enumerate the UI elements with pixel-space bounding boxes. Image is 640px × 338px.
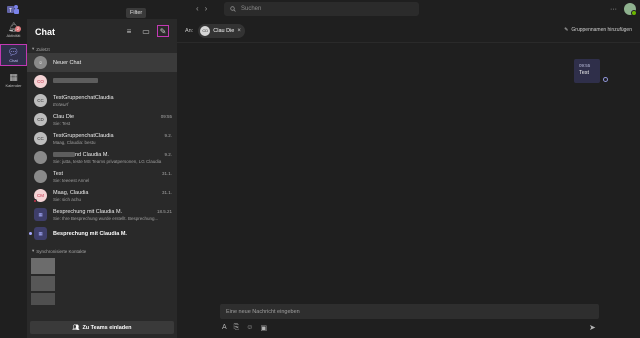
timestamp: 9.2. <box>164 133 172 138</box>
message-bubble[interactable]: 09:55 Test <box>574 59 600 83</box>
photo-avatar <box>34 170 47 183</box>
gif-icon[interactable]: ▣ <box>260 324 267 332</box>
chat-row[interactable]: CD Clau Die Sie: Test 09:55 <box>27 110 177 129</box>
chat-row[interactable]: ▦ Besprechung mit Claudia M. Sie: Ihre B… <box>27 205 177 224</box>
unread-dot-icon <box>29 232 32 235</box>
app-bar: 🔔︎ Aktivität 💬︎ Chat ▦ Kalender <box>0 19 27 338</box>
calendar-icon: ▦ <box>9 71 18 82</box>
timestamp: 18.5.21 <box>156 209 172 214</box>
message-compose-input[interactable]: Eine neue Nachricht eingeben <box>220 304 599 319</box>
message-text: Test <box>579 70 590 76</box>
avatar: ☺ <box>34 56 47 69</box>
chat-row[interactable]: CM Maag, Claudia Sie: sich achu 31.1. <box>27 186 177 205</box>
people-icon: 👥︎ <box>72 324 80 331</box>
chevron-down-icon: ▾ <box>32 46 35 51</box>
timestamp: 31.1. <box>161 171 172 176</box>
message-time: 09:55 <box>579 63 591 68</box>
forward-arrow-icon[interactable]: › <box>205 4 208 13</box>
close-icon[interactable]: × <box>237 28 241 34</box>
timestamp: 09:55 <box>160 114 172 119</box>
search-input[interactable]: Suchen <box>224 2 419 16</box>
avatar: CO <box>34 75 47 88</box>
meeting-calendar-icon: ▦ <box>34 208 47 221</box>
title-bar: T ‹ › Suchen ··· <box>0 0 640 19</box>
chat-row[interactable]: CO <box>27 72 177 91</box>
redacted-name <box>53 78 98 84</box>
search-icon <box>230 6 236 12</box>
filter-tooltip: Filter <box>126 8 147 18</box>
chat-unread-badge: 2 <box>15 26 21 32</box>
appbar-label: Kalender <box>5 82 22 88</box>
chat-row[interactable]: CC TestGruppenchatClaudia Entwurf <box>27 91 177 110</box>
filter-icon[interactable]: ≡ <box>123 25 135 37</box>
group-avatar: CC <box>34 132 47 145</box>
avatar: CD <box>200 25 211 36</box>
group-avatar: CC <box>34 94 47 107</box>
new-chat-icon[interactable]: ✎ <box>157 25 169 37</box>
group-avatar <box>34 151 47 164</box>
add-group-name-button[interactable]: ✎ Gruppennamen hinzufügen <box>564 27 632 33</box>
chat-row[interactable]: CC TestGruppenchatClaudia Maag, Claudia:… <box>27 129 177 148</box>
send-icon[interactable]: ➤ <box>589 323 596 332</box>
status-dot <box>33 199 37 203</box>
pencil-icon: ✎ <box>564 27 569 33</box>
back-arrow-icon[interactable]: ‹ <box>196 4 199 13</box>
recipient-bar: An: CD Clau Die × ✎ Gruppennamen hinzufü… <box>177 19 640 43</box>
emoji-icon[interactable]: ☺ <box>246 324 253 332</box>
redacted-contacts <box>31 258 55 305</box>
appbar-item-chat[interactable]: 💬︎ Chat <box>0 44 27 66</box>
timestamp: 9.2. <box>164 152 172 157</box>
redacted-name <box>53 151 75 157</box>
meeting-calendar-icon: ▦ <box>34 227 47 240</box>
invite-to-teams-button[interactable]: 👥︎ Zu Teams einladen <box>30 321 174 334</box>
chevron-down-icon: ▾ <box>32 248 35 253</box>
more-options-icon[interactable]: ··· <box>610 6 617 13</box>
chat-icon: 💬︎ <box>7 46 20 57</box>
recipient-chip[interactable]: CD Clau Die × <box>198 23 245 38</box>
section-contacts[interactable]: ▾ Synchronisierte Kontakte <box>27 247 177 255</box>
appbar-label: Aktivität <box>6 32 21 38</box>
panel-title: Chat <box>35 27 55 37</box>
video-call-icon[interactable]: ▭ <box>140 25 152 37</box>
avatar: CM <box>33 189 47 203</box>
format-icon[interactable]: A <box>222 324 227 332</box>
attach-icon[interactable]: ⎘ <box>234 324 240 332</box>
search-placeholder: Suchen <box>241 6 262 12</box>
appbar-label: Chat <box>9 57 18 63</box>
chat-row[interactable]: ▦ Besprechung mit Claudia M. <box>27 224 177 243</box>
read-receipt-icon <box>603 77 608 82</box>
to-label: An: <box>185 27 194 34</box>
chat-row[interactable]: nd Claudia M. Sie: jutta, teste MS Teams… <box>27 148 177 167</box>
appbar-item-calendar[interactable]: ▦ Kalender <box>0 69 27 91</box>
chat-list-panel: Chat ≡ ▭ ✎ Filter ▾ Zuletzt ☺ Neuer Chat… <box>27 8 177 338</box>
chat-row[interactable]: Test Sie: teeeest Annel 31.1. <box>27 167 177 186</box>
chat-main: An: CD Clau Die × ✎ Gruppennamen hinzufü… <box>177 19 640 338</box>
teams-logo-icon: T <box>7 5 19 14</box>
timestamp: 31.1. <box>161 190 172 195</box>
section-recent[interactable]: ▾ Zuletzt <box>27 45 177 53</box>
chat-row-new[interactable]: ☺ Neuer Chat <box>27 53 177 72</box>
chat-list-header: Chat ≡ ▭ ✎ <box>27 19 177 45</box>
appbar-item-activity[interactable]: 🔔︎ Aktivität <box>0 19 27 41</box>
profile-avatar[interactable] <box>624 3 637 16</box>
svg-text:T: T <box>9 8 12 14</box>
avatar: CD <box>34 113 47 126</box>
